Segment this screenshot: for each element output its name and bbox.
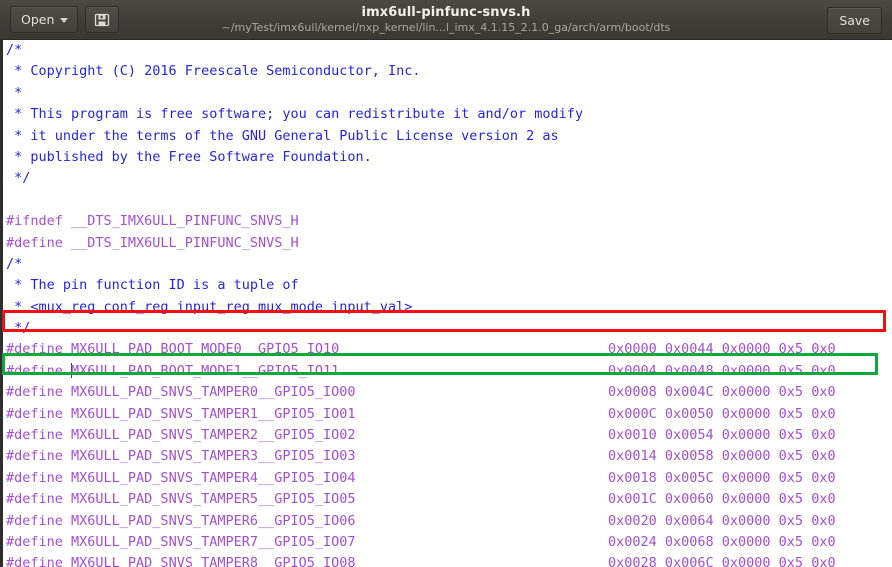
code-line-define: #define MX6ULL_PAD_SNVS_TAMPER7__GPIO5_I… xyxy=(3,532,892,553)
code-line-comment: * it under the terms of the GNU General … xyxy=(3,126,892,147)
comment-text: * The pin function ID is a tuple of xyxy=(6,277,299,294)
preprocessor-text: #ifndef __DTS_IMX6ULL_PINFUNC_SNVS_H xyxy=(6,213,299,230)
define-keyword: #define xyxy=(6,491,72,508)
define-macro-name: MX6ULL_PAD_BOOT_MODE1__GPIO5_IO11 xyxy=(71,362,340,379)
window-path-subtitle: ~/myTest/imx6ull/kernel/nxp_kernel/lin..… xyxy=(221,21,671,34)
comment-text: */ xyxy=(6,170,31,187)
define-keyword: #define xyxy=(6,362,72,379)
code-line-comment: * <mux_reg conf_reg input_reg mux_mode i… xyxy=(3,297,892,318)
text-editor-area[interactable]: /* * Copyright (C) 2016 Freescale Semico… xyxy=(0,40,892,567)
titlebar-right-buttons: Save xyxy=(827,0,882,39)
define-macro-name: MX6ULL_PAD_SNVS_TAMPER1__GPIO5_IO01 xyxy=(71,405,356,422)
code-line-comment: * Copyright (C) 2016 Freescale Semicondu… xyxy=(3,61,892,82)
comment-text: * Copyright (C) 2016 Freescale Semicondu… xyxy=(6,63,421,80)
define-macro-name: MX6ULL_PAD_SNVS_TAMPER2__GPIO5_IO02 xyxy=(71,427,356,444)
code-line-define: #define MX6ULL_PAD_SNVS_TAMPER6__GPIO5_I… xyxy=(3,511,892,532)
open-button[interactable]: Open xyxy=(10,6,79,33)
comment-text: * xyxy=(6,84,23,101)
chevron-down-icon xyxy=(60,18,69,23)
define-hex-values: 0x0000 0x0044 0x0000 0x5 0x0 xyxy=(608,341,836,358)
define-macro-name: MX6ULL_PAD_SNVS_TAMPER0__GPIO5_IO00 xyxy=(71,384,356,401)
code-line-define: #define MX6ULL_PAD_SNVS_TAMPER2__GPIO5_I… xyxy=(3,425,892,446)
code-line-comment: */ xyxy=(3,168,892,189)
comment-text: * <mux_reg conf_reg input_reg mux_mode i… xyxy=(6,298,413,315)
define-keyword: #define xyxy=(6,341,72,358)
code-line-define: #define MX6ULL_PAD_BOOT_MODE0__GPIO5_IO1… xyxy=(3,339,892,360)
define-macro-name: MX6ULL_PAD_SNVS_TAMPER6__GPIO5_IO06 xyxy=(71,512,356,529)
define-hex-values: 0x0028 0x006C 0x0000 0x5 0x0 xyxy=(608,555,836,567)
window-title: imx6ull-pinfunc-snvs.h xyxy=(361,5,531,20)
define-hex-values: 0x001C 0x0060 0x0000 0x5 0x0 xyxy=(608,491,836,508)
code-line-comment: * published by the Free Software Foundat… xyxy=(3,147,892,168)
define-macro-name: MX6ULL_PAD_SNVS_TAMPER3__GPIO5_IO03 xyxy=(71,448,356,465)
code-line-define: #define MX6ULL_PAD_SNVS_TAMPER3__GPIO5_I… xyxy=(3,446,892,467)
define-keyword: #define xyxy=(6,469,72,486)
define-keyword: #define xyxy=(6,448,72,465)
code-line-preprocessor: #define __DTS_IMX6ULL_PINFUNC_SNVS_H xyxy=(3,233,892,254)
code-line-comment: */ xyxy=(3,318,892,339)
define-hex-values: 0x0004 0x0048 0x0000 0x5 0x0 xyxy=(608,362,836,379)
define-hex-values: 0x0010 0x0054 0x0000 0x5 0x0 xyxy=(608,427,836,444)
code-line-define: #define MX6ULL_PAD_SNVS_TAMPER8__GPIO5_I… xyxy=(3,553,892,567)
open-button-label: Open xyxy=(21,12,55,27)
code-line-define: #define MX6ULL_PAD_SNVS_TAMPER0__GPIO5_I… xyxy=(3,382,892,403)
define-keyword: #define xyxy=(6,533,72,550)
define-hex-values: 0x0024 0x0068 0x0000 0x5 0x0 xyxy=(608,533,836,550)
comment-text: */ xyxy=(6,320,31,337)
comment-text: * This program is free software; you can… xyxy=(6,106,584,123)
define-keyword: #define xyxy=(6,405,72,422)
titlebar-left-buttons: Open xyxy=(0,6,120,33)
code-line-define: #define MX6ULL_PAD_SNVS_TAMPER1__GPIO5_I… xyxy=(3,404,892,425)
define-hex-values: 0x0018 0x005C 0x0000 0x5 0x0 xyxy=(608,469,836,486)
code-line-comment: /* xyxy=(3,254,892,275)
define-macro-name: MX6ULL_PAD_SNVS_TAMPER8__GPIO5_IO08 xyxy=(71,555,356,567)
define-keyword: #define xyxy=(6,384,72,401)
define-macro-name: MX6ULL_PAD_SNVS_TAMPER7__GPIO5_IO07 xyxy=(71,533,356,550)
define-hex-values: 0x000C 0x0050 0x0000 0x5 0x0 xyxy=(608,405,836,422)
save-button[interactable]: Save xyxy=(827,6,882,34)
comment-text: /* xyxy=(6,255,23,272)
define-macro-name: MX6ULL_PAD_SNVS_TAMPER4__GPIO5_IO04 xyxy=(71,469,356,486)
define-hex-values: 0x0008 0x004C 0x0000 0x5 0x0 xyxy=(608,384,836,401)
preprocessor-text: #define __DTS_IMX6ULL_PINFUNC_SNVS_H xyxy=(6,234,299,251)
source-code-content[interactable]: /* * Copyright (C) 2016 Freescale Semico… xyxy=(3,40,892,567)
code-line-define: #define MX6ULL_PAD_SNVS_TAMPER4__GPIO5_I… xyxy=(3,468,892,489)
comment-text: /* xyxy=(6,42,23,58)
comment-text: * published by the Free Software Foundat… xyxy=(6,148,372,165)
define-keyword: #define xyxy=(6,427,72,444)
code-line-comment: * The pin function ID is a tuple of xyxy=(3,275,892,296)
code-line-preprocessor: #ifndef __DTS_IMX6ULL_PINFUNC_SNVS_H xyxy=(3,211,892,232)
define-hex-values: 0x0014 0x0058 0x0000 0x5 0x0 xyxy=(608,448,836,465)
titlebar-title-block: imx6ull-pinfunc-snvs.h ~/myTest/imx6ull/… xyxy=(0,0,892,39)
define-hex-values: 0x0020 0x0064 0x0000 0x5 0x0 xyxy=(608,512,836,529)
code-line-define: #define MX6ULL_PAD_SNVS_TAMPER5__GPIO5_I… xyxy=(3,489,892,510)
define-keyword: #define xyxy=(6,555,72,567)
define-keyword: #define xyxy=(6,512,72,529)
save-button-label: Save xyxy=(839,12,870,28)
code-line-comment: * This program is free software; you can… xyxy=(3,104,892,125)
comment-text: * it under the terms of the GNU General … xyxy=(6,127,559,144)
code-line-comment: * xyxy=(3,83,892,104)
code-line-define: #define MX6ULL_PAD_BOOT_MODE1__GPIO5_IO1… xyxy=(3,361,892,382)
window-titlebar: Open imx6ull-pinfunc-snvs.h ~/myTest/imx… xyxy=(0,0,892,40)
new-document-button[interactable] xyxy=(85,6,120,33)
define-macro-name: MX6ULL_PAD_BOOT_MODE0__GPIO5_IO10 xyxy=(71,341,340,358)
save-as-document-icon xyxy=(95,13,110,26)
code-line-comment: /* xyxy=(3,40,892,61)
define-macro-name: MX6ULL_PAD_SNVS_TAMPER5__GPIO5_IO05 xyxy=(71,491,356,508)
